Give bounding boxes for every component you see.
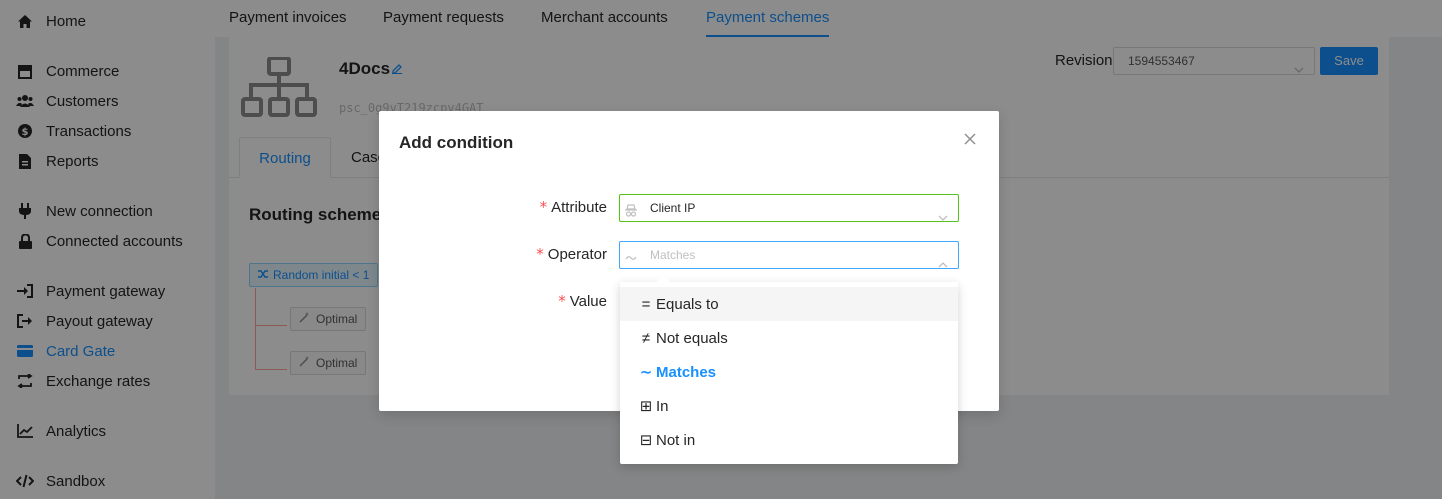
option-in[interactable]: ⊞ In <box>620 389 958 423</box>
chevron-down-icon <box>938 204 948 230</box>
operator-placeholder: Matches <box>650 248 696 262</box>
close-icon[interactable] <box>964 132 978 146</box>
chevron-up-icon <box>938 251 948 277</box>
attribute-label: * Attribute <box>540 198 607 216</box>
option-label: Matches <box>656 363 717 381</box>
required-mark: * <box>539 198 548 216</box>
operator-label: * Operator <box>536 245 607 263</box>
attribute-select[interactable]: Client IP <box>619 194 959 222</box>
required-mark: * <box>558 292 566 310</box>
option-matches[interactable]: ∼ Matches <box>620 355 958 389</box>
option-label: In <box>656 397 669 415</box>
equals-icon: = <box>641 295 651 313</box>
not-equals-icon: ≠ <box>641 329 651 347</box>
option-label: Not in <box>656 431 696 449</box>
option-not-equals[interactable]: ≠ Not equals <box>620 321 958 355</box>
attribute-label-text: Attribute <box>551 199 607 216</box>
value-label-text: Value <box>569 293 607 310</box>
operator-select[interactable]: Matches <box>619 241 959 269</box>
modal-title: Add condition <box>399 133 514 152</box>
operator-label-text: Operator <box>547 246 607 263</box>
spy-icon <box>624 201 638 217</box>
option-label: Equals to <box>656 295 719 313</box>
minus-square-icon: ⊟ <box>639 432 653 449</box>
value-label: * Value <box>558 292 607 310</box>
tilde-icon <box>624 248 638 262</box>
option-equals-to[interactable]: = Equals to <box>620 287 958 321</box>
operator-dropdown: = Equals to ≠ Not equals ∼ Matches ⊞ In … <box>620 274 958 464</box>
tilde-icon: ∼ <box>639 364 653 381</box>
attribute-value: Client IP <box>650 201 696 215</box>
option-not-in[interactable]: ⊟ Not in <box>620 423 958 457</box>
option-label: Not equals <box>656 329 728 347</box>
plus-square-icon: ⊞ <box>639 398 653 415</box>
required-mark: * <box>536 245 544 263</box>
